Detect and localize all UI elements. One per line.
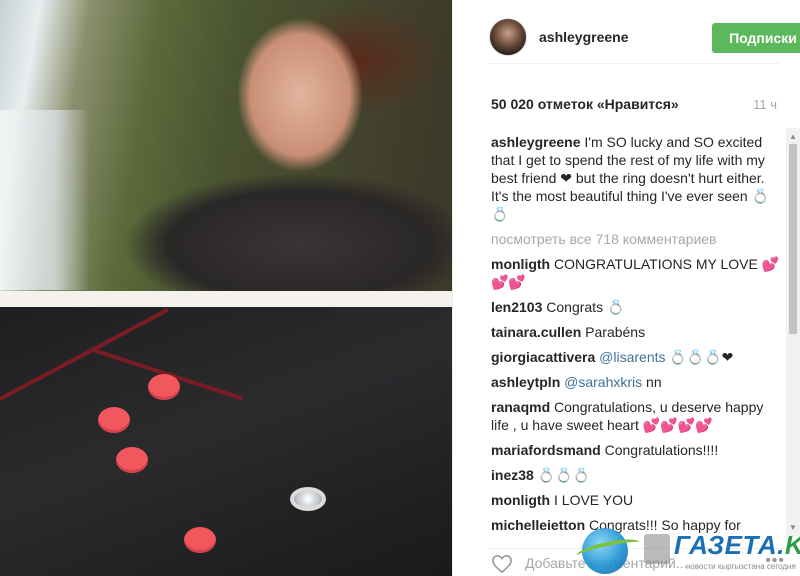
comment-text: nn [642,374,662,390]
comment-item: ashleytpln @sarahxkris nn [491,373,781,391]
nail [148,374,180,400]
comments-scrollbar[interactable]: ▲ ▼ [786,128,800,536]
comment-mention[interactable]: @lisarents [599,349,665,365]
heart-icon[interactable] [491,554,513,574]
comment-username[interactable]: mariafordsmand [491,442,601,458]
comment-username[interactable]: len2103 [491,299,542,315]
scrollbar-thumb[interactable] [789,144,797,334]
nail [116,447,148,473]
comment-mention[interactable]: @sarahxkris [564,374,642,390]
comment-item: inez38 💍💍💍 [491,466,781,484]
view-all-comments-link[interactable]: посмотреть все 718 комментариев [491,230,781,248]
comment-text: Parabéns [585,324,646,340]
comment-text: I LOVE YOU [554,492,634,508]
comment-username[interactable]: inez38 [491,467,534,483]
comment-username[interactable]: monligth [491,492,550,508]
avatar[interactable] [489,18,527,56]
comment-username[interactable]: monligth [491,256,550,272]
comment-username[interactable]: michelleietton [491,517,585,533]
comment-item: tainara.cullen Parabéns [491,323,781,341]
comment-username[interactable]: ashleytpln [491,374,560,390]
fabric-stripe [0,308,169,401]
comment-text: Congratulations!!!! [604,442,719,458]
nail [98,407,130,433]
photo-hand-with-ring [0,307,452,576]
nail [184,527,216,553]
engagement-ring [290,487,326,511]
collage-divider [0,291,452,307]
likes-row: 50 020 отметок «Нравится» 11 ч [491,96,777,118]
comment-text: 💍💍💍❤ [665,349,734,365]
caption-username[interactable]: ashleygreene [491,134,581,150]
watermark-text: ГАЗЕТА.KG [674,530,800,560]
comment-item: monligth I LOVE YOU [491,491,781,509]
comment-username[interactable]: giorgiacattivera [491,349,595,365]
post-photo[interactable] [0,0,452,576]
comment-username[interactable]: ranaqmd [491,399,550,415]
hourglass-icon [644,534,670,564]
post-panel: ashleygreene Подписки 50 020 отметок «Нр… [452,0,800,576]
site-watermark-logo: ГАЗЕТА.KG новости кыргызстана сегодня [575,520,800,576]
comment-text: Congrats 💍 [546,299,625,315]
comment-item: ranaqmd Congratulations, u deserve happy… [491,398,781,434]
comment-item: monligth CONGRATULATIONS MY LOVE 💕💕💕 [491,255,781,291]
scroll-up-arrow-icon[interactable]: ▲ [789,132,797,141]
comment-text: 💍💍💍 [537,467,590,483]
comment-username[interactable]: tainara.cullen [491,324,581,340]
comment-item: giorgiacattivera @lisarents 💍💍💍❤ [491,348,781,366]
watermark-tagline: новости кыргызстана сегодня [686,562,796,571]
comment-item: mariafordsmand Congratulations!!!! [491,441,781,459]
photo-waterfall-background [0,110,90,290]
follow-button[interactable]: Подписки [712,23,800,53]
comment-item: len2103 Congrats 💍 [491,298,781,316]
photo-woman-smiling [0,0,452,291]
post-header: ashleygreene Подписки [489,14,800,64]
post-time[interactable]: 11 ч [753,97,777,112]
comments-list: ashleygreene I'm SO lucky and SO excited… [491,133,781,543]
caption: ashleygreene I'm SO lucky and SO excited… [491,133,781,223]
header-username[interactable]: ashleygreene [539,29,629,45]
likes-count[interactable]: 50 020 отметок «Нравится» [491,96,679,112]
